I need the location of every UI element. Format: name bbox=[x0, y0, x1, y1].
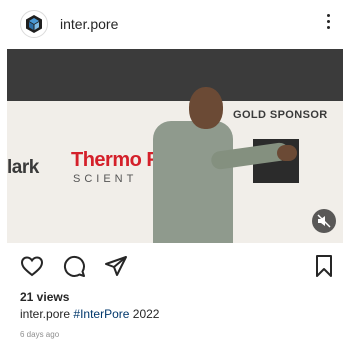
post-username[interactable]: inter.pore bbox=[60, 16, 118, 32]
more-options-icon[interactable] bbox=[321, 12, 335, 34]
share-icon[interactable] bbox=[104, 254, 128, 278]
like-heart-icon[interactable] bbox=[20, 254, 44, 278]
banner-brand-left: lark bbox=[7, 157, 39, 178]
action-bar bbox=[0, 250, 343, 280]
cube-logo-icon bbox=[26, 15, 42, 33]
banner-brand-scientific: SCIENT bbox=[73, 173, 138, 185]
speaker-body bbox=[153, 121, 233, 243]
banner-brand-thermo: Thermo F bbox=[71, 149, 159, 171]
speaker-head bbox=[189, 87, 223, 129]
post-caption: inter.pore #InterPore 2022 bbox=[20, 307, 159, 321]
muted-speaker-icon bbox=[317, 214, 331, 228]
caption-hashtag[interactable]: #InterPore bbox=[73, 307, 129, 321]
comment-icon[interactable] bbox=[62, 254, 86, 278]
caption-username[interactable]: inter.pore bbox=[20, 307, 70, 321]
caption-text: 2022 bbox=[129, 307, 160, 321]
profile-avatar[interactable] bbox=[20, 10, 48, 38]
save-bookmark-icon[interactable] bbox=[312, 254, 336, 278]
post-video[interactable]: lark Thermo F SCIENT GOLD SPONSOR bbox=[7, 49, 343, 243]
mute-button[interactable] bbox=[312, 209, 336, 233]
view-count[interactable]: 21 views bbox=[20, 290, 69, 304]
post-header: inter.pore bbox=[0, 0, 343, 48]
speaker-hand bbox=[277, 145, 297, 161]
post-timestamp: 6 days ago bbox=[20, 330, 60, 339]
banner-gold-sponsor: GOLD SPONSOR bbox=[233, 109, 328, 121]
projection-screen bbox=[7, 49, 343, 101]
